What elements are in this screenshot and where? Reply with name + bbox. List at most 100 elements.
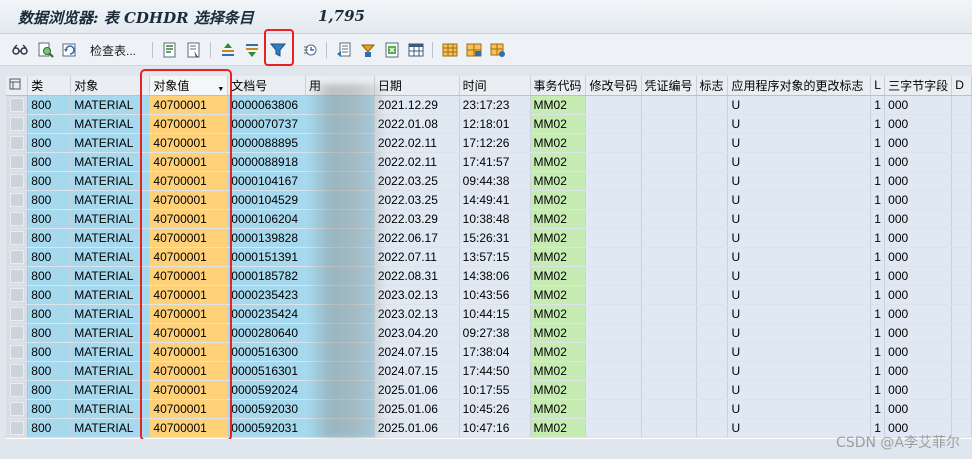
- column-header[interactable]: 标志: [696, 76, 729, 96]
- table-cell[interactable]: 1: [870, 380, 886, 400]
- table-cell[interactable]: MM02: [530, 209, 587, 229]
- table-cell[interactable]: U: [727, 380, 872, 400]
- table-cell[interactable]: 1: [870, 152, 886, 172]
- table-cell[interactable]: [696, 190, 729, 210]
- table-cell[interactable]: U: [727, 323, 872, 343]
- table-cell[interactable]: [585, 323, 642, 343]
- select-all-icon[interactable]: [6, 76, 29, 96]
- table-cell[interactable]: [641, 133, 697, 153]
- table-cell[interactable]: 000: [884, 133, 953, 153]
- table-cell[interactable]: 0000151391: [227, 247, 307, 267]
- table-cell[interactable]: 2021.12.29: [374, 95, 460, 115]
- sort-descending-icon[interactable]: [242, 40, 262, 60]
- table-cell[interactable]: 800: [27, 418, 72, 438]
- table-row[interactable]: 800 MATERIAL 40700001 0000088918 2022.02.11 1…: [6, 152, 972, 172]
- column-header-sorted[interactable]: 对象值 ▼: [149, 76, 229, 96]
- table-cell[interactable]: 09:27:38: [459, 323, 531, 343]
- table-cell[interactable]: 0000235423: [227, 285, 307, 305]
- table-cell[interactable]: 800: [27, 247, 72, 267]
- table-cell[interactable]: [696, 399, 729, 419]
- column-header[interactable]: 用: [305, 76, 375, 96]
- table-cell[interactable]: 1: [870, 342, 886, 362]
- table-cell[interactable]: 1: [870, 361, 886, 381]
- table-cell[interactable]: 2022.03.25: [374, 171, 460, 191]
- table-cell[interactable]: 1: [870, 247, 886, 267]
- table-cell[interactable]: MM02: [530, 228, 587, 248]
- table-cell[interactable]: 2022.02.11: [374, 133, 460, 153]
- table-cell[interactable]: U: [727, 228, 872, 248]
- table-cell[interactable]: 0000185782: [227, 266, 307, 286]
- table-cell[interactable]: [696, 323, 729, 343]
- table-cell[interactable]: [641, 380, 697, 400]
- table-cell[interactable]: [305, 418, 375, 438]
- table-cell[interactable]: [696, 133, 729, 153]
- table-cell[interactable]: [951, 285, 972, 305]
- table-cell[interactable]: 40700001: [149, 133, 229, 153]
- row-selector[interactable]: [6, 399, 29, 419]
- table-cell[interactable]: [585, 380, 642, 400]
- table-cell[interactable]: U: [727, 133, 872, 153]
- table-cell[interactable]: 0000088918: [227, 152, 307, 172]
- table-cell[interactable]: [641, 209, 697, 229]
- search-doc-icon[interactable]: [36, 40, 56, 60]
- table-cell[interactable]: 14:49:41: [459, 190, 531, 210]
- table-cell[interactable]: 0000516301: [227, 361, 307, 381]
- table-cell[interactable]: 0000516300: [227, 342, 307, 362]
- details-icon[interactable]: [160, 40, 180, 60]
- table-cell[interactable]: 40700001: [149, 209, 229, 229]
- table-cell[interactable]: 800: [27, 285, 72, 305]
- table-cell[interactable]: 40700001: [149, 380, 229, 400]
- table-cell[interactable]: 800: [27, 209, 72, 229]
- table-cell[interactable]: [305, 380, 375, 400]
- sum-icon[interactable]: [300, 40, 320, 60]
- table-cell[interactable]: 000: [884, 285, 953, 305]
- table-cell[interactable]: 2022.08.31: [374, 266, 460, 286]
- table-cell[interactable]: 000: [884, 209, 953, 229]
- table-cell[interactable]: 40700001: [149, 228, 229, 248]
- table-cell[interactable]: [305, 228, 375, 248]
- table-cell[interactable]: [696, 152, 729, 172]
- table-cell[interactable]: 2022.02.11: [374, 152, 460, 172]
- table-cell[interactable]: 800: [27, 133, 72, 153]
- table-cell[interactable]: 800: [27, 342, 72, 362]
- table-cell[interactable]: 2025.01.06: [374, 399, 460, 419]
- table-cell[interactable]: [641, 399, 697, 419]
- table-cell[interactable]: U: [727, 247, 872, 267]
- table-cell[interactable]: [641, 361, 697, 381]
- table-cell[interactable]: 0000104167: [227, 171, 307, 191]
- table-cell[interactable]: [696, 418, 729, 438]
- column-header[interactable]: 日期: [374, 76, 460, 96]
- table-cell[interactable]: [641, 190, 697, 210]
- table-cell[interactable]: MM02: [530, 304, 587, 324]
- table-cell[interactable]: [305, 323, 375, 343]
- column-header[interactable]: 凭证编号: [641, 76, 697, 96]
- table-cell[interactable]: 17:38:04: [459, 342, 531, 362]
- table-cell[interactable]: [305, 304, 375, 324]
- table-cell[interactable]: 0000592024: [227, 380, 307, 400]
- table-cell[interactable]: MATERIAL: [70, 133, 151, 153]
- table-cell[interactable]: 40700001: [149, 247, 229, 267]
- column-header[interactable]: L: [870, 76, 886, 96]
- grid-layout-icon[interactable]: [464, 40, 484, 60]
- table-cell[interactable]: [585, 171, 642, 191]
- table-cell[interactable]: MATERIAL: [70, 399, 151, 419]
- table-cell[interactable]: MM02: [530, 342, 587, 362]
- table-cell[interactable]: MM02: [530, 247, 587, 267]
- layout-settings-icon[interactable]: [488, 40, 508, 60]
- table-cell[interactable]: 2022.03.29: [374, 209, 460, 229]
- table-cell[interactable]: [305, 95, 375, 115]
- table-cell[interactable]: 000: [884, 190, 953, 210]
- table-cell[interactable]: 13:57:15: [459, 247, 531, 267]
- table-cell[interactable]: 40700001: [149, 323, 229, 343]
- check-table-button[interactable]: 检查表...: [90, 42, 136, 59]
- table-cell[interactable]: 1: [870, 209, 886, 229]
- table-cell[interactable]: 000: [884, 361, 953, 381]
- table-cell[interactable]: [951, 95, 972, 115]
- table-cell[interactable]: 0000235424: [227, 304, 307, 324]
- table-cell[interactable]: 2022.07.11: [374, 247, 460, 267]
- table-cell[interactable]: [696, 361, 729, 381]
- row-selector[interactable]: [6, 323, 29, 343]
- table-row[interactable]: 800 MATERIAL 40700001 0000592031 2025.01.06 1…: [6, 418, 972, 438]
- table-cell[interactable]: [305, 342, 375, 362]
- table-cell[interactable]: 40700001: [149, 304, 229, 324]
